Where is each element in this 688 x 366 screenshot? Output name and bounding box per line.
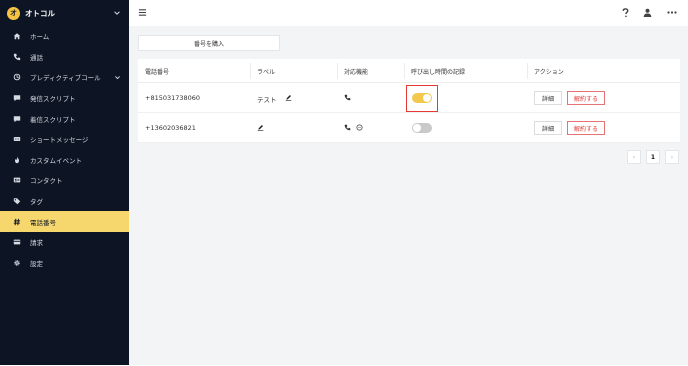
gear-icon [14, 260, 20, 266]
contact-card-icon [13, 178, 21, 183]
hamburger-menu-icon[interactable] [138, 8, 147, 17]
phone-number: +13602036821 [145, 124, 196, 132]
top-header [129, 0, 688, 26]
column-header-number: 電話番号 [145, 69, 170, 76]
sidebar-item-tags[interactable]: タグ [0, 191, 129, 212]
column-divider [404, 63, 405, 79]
recording-toggle[interactable] [412, 123, 432, 133]
hash-icon [13, 218, 21, 225]
brand-name: オトコル [25, 8, 55, 18]
sidebar-item-short-message[interactable]: ショートメッセージ [0, 129, 129, 150]
sidebar-item-label: 通話 [30, 53, 43, 62]
column-header-recording: 呼び出し時間の記録 [411, 69, 466, 76]
sidebar-item-settings[interactable]: 設定 [0, 253, 129, 274]
column-divider [250, 63, 251, 79]
home-icon [13, 33, 21, 40]
sidebar-item-calls[interactable]: 通話 [0, 47, 129, 68]
number-label: テスト [257, 96, 277, 104]
cancel-contract-button[interactable]: 解約する [567, 121, 605, 135]
toggle-knob [423, 94, 431, 102]
sidebar-item-label: コンタクト [30, 177, 63, 186]
chat-icon [13, 95, 21, 102]
sidebar-item-contacts[interactable]: コンタクト [0, 170, 129, 191]
column-header-actions: アクション [534, 69, 564, 76]
sms-icon [13, 137, 21, 142]
more-options-icon[interactable] [667, 10, 677, 15]
sidebar-item-label: プレディクティブコール [30, 74, 101, 83]
sidebar-item-billing[interactable]: 請求 [0, 232, 129, 253]
phone-icon [13, 53, 21, 61]
phone-icon [344, 124, 351, 131]
user-icon[interactable] [643, 8, 652, 18]
sidebar-item-label: 請求 [30, 239, 43, 248]
edit-pencil-icon[interactable] [285, 94, 292, 101]
app-root: オ オトコル ホーム 通話 プレディクティブコール 発信スクリプト 着信スクリプ… [0, 0, 688, 366]
column-divider [337, 63, 338, 79]
phone-number: +815031738060 [145, 94, 201, 102]
buy-number-button[interactable]: 番号を購入 [138, 35, 280, 51]
phone-icon [344, 94, 351, 101]
column-header-label: ラベル [257, 69, 276, 76]
sidebar: オ オトコル ホーム 通話 プレディクティブコール 発信スクリプト 着信スクリプ… [0, 0, 129, 365]
pagination-prev-button[interactable]: ‹ [627, 150, 641, 164]
brand-logo-icon: オ [7, 6, 20, 20]
sidebar-item-predictive-call[interactable]: プレディクティブコール [0, 67, 129, 88]
toggle-knob [413, 124, 421, 132]
sidebar-item-label: ホーム [30, 33, 50, 42]
detail-button[interactable]: 詳細 [534, 91, 562, 105]
sidebar-item-label: ショートメッセージ [30, 136, 89, 145]
sidebar-item-phone-numbers[interactable]: 電話番号 [0, 211, 129, 232]
edit-pencil-icon[interactable] [257, 124, 264, 131]
sidebar-item-inbound-script[interactable]: 着信スクリプト [0, 108, 129, 129]
sidebar-item-home[interactable]: ホーム [0, 26, 129, 47]
pagination-next-button[interactable]: › [665, 150, 679, 164]
sms-bubble-icon [356, 124, 363, 131]
brand-switcher[interactable]: オ オトコル [0, 0, 129, 26]
sidebar-item-custom-event[interactable]: カスタムイベント [0, 150, 129, 171]
predictive-icon [13, 74, 21, 81]
sidebar-item-outbound-script[interactable]: 発信スクリプト [0, 88, 129, 109]
table-row: +815031738060 テスト 詳細 解約する [138, 83, 680, 113]
sidebar-item-label: 発信スクリプト [30, 95, 76, 104]
chat-icon [13, 115, 21, 122]
column-header-features: 対応機能 [344, 69, 369, 76]
credit-card-icon [13, 239, 21, 245]
phone-numbers-table: 電話番号 ラベル 対応機能 呼び出し時間の記録 アクション +815031738… [138, 59, 680, 143]
main-content: 番号を購入 電話番号 ラベル 対応機能 呼び出し時間の記録 アクション +815… [129, 26, 688, 365]
sidebar-item-label: 電話番号 [30, 218, 56, 227]
pagination-page-button[interactable]: 1 [646, 150, 660, 164]
tag-icon [13, 198, 21, 205]
chevron-down-icon [114, 11, 120, 15]
detail-button[interactable]: 詳細 [534, 121, 562, 135]
chevron-down-icon [115, 76, 120, 80]
sidebar-nav: ホーム 通話 プレディクティブコール 発信スクリプト 着信スクリプト ショートメ… [0, 26, 129, 273]
flame-icon [15, 156, 19, 164]
recording-toggle[interactable] [412, 93, 432, 103]
help-icon[interactable] [621, 8, 630, 18]
sidebar-item-label: 着信スクリプト [30, 115, 76, 124]
table-row: +13602036821 詳細 解約する [138, 113, 680, 143]
sidebar-item-label: 設定 [30, 259, 43, 268]
cancel-contract-button[interactable]: 解約する [567, 91, 605, 105]
sidebar-item-label: カスタムイベント [30, 156, 82, 165]
column-divider [527, 63, 528, 79]
table-header: 電話番号 ラベル 対応機能 呼び出し時間の記録 アクション [138, 59, 680, 83]
sidebar-item-label: タグ [30, 198, 43, 207]
